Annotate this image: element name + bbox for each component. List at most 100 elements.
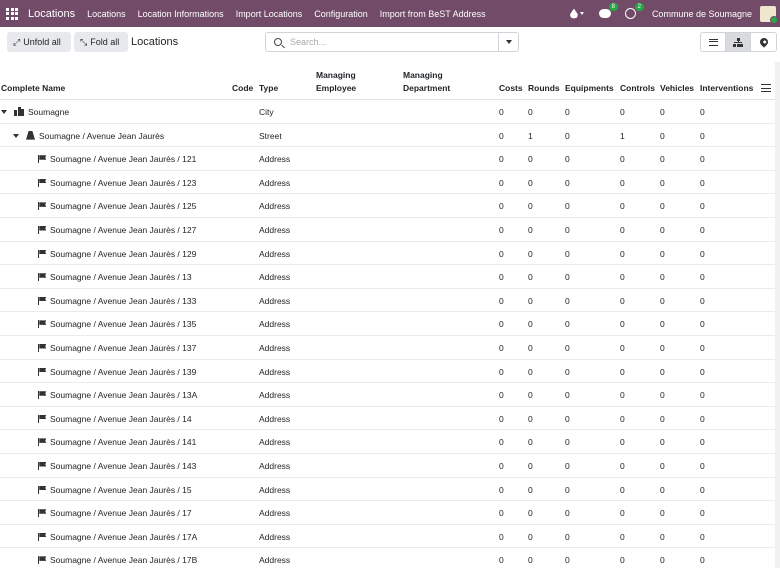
column-header-employee[interactable]: Managing Employee [316, 69, 376, 94]
table-row[interactable]: Soumagne / Avenue Jean Jaurès / 17A Addre… [0, 525, 780, 549]
company-switcher[interactable]: Commune de Soumagne [652, 9, 752, 19]
column-header-rounds[interactable]: Rounds [528, 82, 560, 95]
location-name: Soumagne / Avenue Jean Jaurès [39, 130, 165, 141]
column-header-vehicles[interactable]: Vehicles [660, 82, 694, 95]
column-header-interventions[interactable]: Interventions [700, 82, 753, 95]
costs-count: 0 [499, 201, 504, 212]
map-pin-icon [757, 36, 770, 48]
location-name: Soumagne / Avenue Jean Jaurès / 133 [50, 295, 197, 306]
avatar[interactable] [760, 5, 778, 24]
costs-count: 0 [499, 130, 504, 141]
costs-count: 0 [499, 508, 504, 519]
equipments-count: 0 [565, 225, 570, 235]
interventions-count: 0 [700, 201, 705, 212]
table-row[interactable]: Soumagne / Avenue Jean Jaurès Street 0 1 0 1 0… [0, 124, 780, 148]
flag-icon [38, 155, 47, 164]
controls-count: 0 [620, 225, 625, 235]
map-view-button[interactable] [751, 33, 776, 51]
rounds-count: 0 [528, 107, 533, 117]
equipments-count: 0 [565, 107, 570, 117]
vehicles-count: 0 [660, 295, 665, 306]
table-row[interactable]: Soumagne / Avenue Jean Jaurès / 133 Addre… [0, 289, 780, 313]
table-row[interactable]: Soumagne City 0 0 0 0 0 0 [0, 100, 780, 124]
table-row[interactable]: Soumagne / Avenue Jean Jaurès / 135 Addre… [0, 312, 780, 336]
equipments-count: 0 [565, 295, 570, 306]
vehicles-count: 0 [660, 508, 665, 519]
table-row[interactable]: Soumagne / Avenue Jean Jaurès / 14 Addres… [0, 407, 780, 431]
vehicles-count: 0 [660, 343, 665, 353]
list-view-button[interactable] [701, 33, 726, 51]
search-options-toggle[interactable] [498, 33, 518, 51]
table-row[interactable]: Soumagne / Avenue Jean Jaurès / 127 Addre… [0, 218, 780, 242]
table-row[interactable]: Soumagne / Avenue Jean Jaurès / 125 Addre… [0, 194, 780, 218]
costs-count: 0 [499, 461, 504, 471]
location-type: Address [259, 154, 291, 165]
clock-icon[interactable]: 2 [624, 2, 644, 21]
rounds-count: 0 [528, 272, 533, 283]
unfold-all-button[interactable]: ⤢ Unfold all [7, 32, 71, 52]
table-row[interactable]: Soumagne / Avenue Jean Jaurès / 123 Addre… [0, 171, 780, 195]
interventions-count: 0 [700, 555, 705, 566]
scrollbar[interactable] [775, 62, 780, 568]
column-header-name[interactable]: Complete Name [1, 82, 65, 95]
table-row[interactable]: Soumagne / Avenue Jean Jaurès / 141 Addre… [0, 430, 780, 454]
rounds-count: 0 [528, 461, 533, 471]
column-header-controls[interactable]: Controls [620, 82, 655, 95]
optional-columns-icon[interactable] [761, 84, 771, 93]
interventions-count: 0 [700, 366, 705, 377]
equipments-count: 0 [565, 201, 570, 212]
caret-down-icon[interactable] [13, 133, 19, 138]
equipments-count: 0 [565, 390, 570, 401]
rounds-count: 0 [528, 390, 533, 401]
table-row[interactable]: Soumagne / Avenue Jean Jaurès / 17 Addres… [0, 501, 780, 525]
table-row[interactable]: Soumagne / Avenue Jean Jaurès / 129 Addre… [0, 242, 780, 266]
location-type: Address [259, 531, 291, 542]
menu-item-import-locations[interactable]: Import Locations [236, 9, 303, 19]
app-brand[interactable]: Locations [28, 8, 75, 20]
table-row[interactable]: Soumagne / Avenue Jean Jaurès / 15 Addres… [0, 478, 780, 502]
menu-item-import-best-address[interactable]: Import from BeST Address [380, 9, 486, 19]
apps-grid-icon[interactable] [6, 7, 18, 20]
menu-item-locations[interactable]: Locations [87, 9, 126, 19]
menu-item-location-informations[interactable]: Location Informations [138, 9, 224, 19]
location-type: Address [259, 319, 291, 330]
location-type: Address [259, 201, 291, 212]
flag-icon [38, 509, 47, 518]
controls-count: 0 [620, 177, 625, 188]
search-input[interactable] [290, 37, 490, 47]
location-type: Address [259, 248, 291, 259]
column-header-code[interactable]: Code [232, 82, 253, 95]
fold-all-button[interactable]: ⤡ Fold all [74, 32, 128, 52]
page-title: Locations [131, 36, 179, 48]
table-row[interactable]: Soumagne / Avenue Jean Jaurès / 13 Addres… [0, 265, 780, 289]
table-row[interactable]: Soumagne / Avenue Jean Jaurès / 13A Addre… [0, 383, 780, 407]
location-name: Soumagne / Avenue Jean Jaurès / 135 [50, 319, 197, 330]
location-name: Soumagne / Avenue Jean Jaurès / 123 [50, 177, 197, 188]
rounds-count: 0 [528, 177, 533, 188]
column-header-costs[interactable]: Costs [499, 82, 523, 95]
menu-item-configuration[interactable]: Configuration [314, 9, 368, 19]
rounds-count: 0 [528, 437, 533, 448]
chevron-down-icon [579, 12, 584, 15]
table-row[interactable]: Soumagne / Avenue Jean Jaurès / 139 Addre… [0, 360, 780, 384]
chat-icon[interactable]: 8 [598, 2, 618, 21]
column-header-department[interactable]: Managing Department [403, 69, 473, 94]
rounds-count: 0 [528, 366, 533, 377]
column-header-type[interactable]: Type [259, 82, 278, 95]
caret-down-icon[interactable] [1, 110, 7, 114]
costs-count: 0 [499, 413, 504, 424]
interventions-count: 0 [700, 461, 705, 471]
column-header-equipments[interactable]: Equipments [565, 82, 614, 95]
droplet-icon[interactable] [568, 7, 586, 21]
location-name: Soumagne / Avenue Jean Jaurès / 127 [50, 225, 197, 235]
interventions-count: 0 [700, 319, 705, 330]
table-row[interactable]: Soumagne / Avenue Jean Jaurès / 17B Addre… [0, 548, 780, 568]
equipments-count: 0 [565, 484, 570, 495]
table-row[interactable]: Soumagne / Avenue Jean Jaurès / 143 Addre… [0, 454, 780, 478]
unfold-all-label: Unfold all [23, 37, 61, 47]
table-row[interactable]: Soumagne / Avenue Jean Jaurès / 121 Addre… [0, 147, 780, 171]
hierarchy-view-button[interactable] [726, 33, 751, 51]
table-row[interactable]: Soumagne / Avenue Jean Jaurès / 137 Addre… [0, 336, 780, 360]
interventions-count: 0 [700, 437, 705, 448]
rounds-count: 0 [528, 295, 533, 306]
